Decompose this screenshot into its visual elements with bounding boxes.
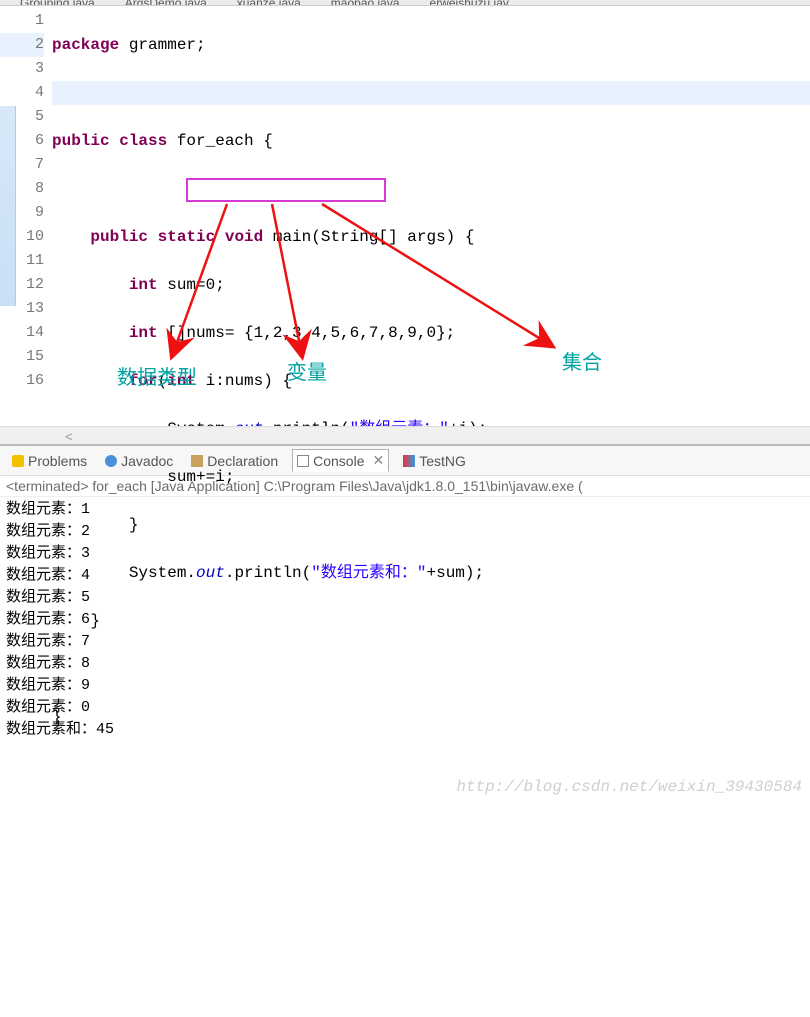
problems-icon <box>12 455 24 467</box>
annotation-arrows <box>52 6 810 426</box>
folding-strip[interactable] <box>0 106 16 306</box>
line-number: 1 <box>0 9 44 33</box>
line-number: 2 <box>0 33 44 57</box>
tab-erweishuzu[interactable]: erweishuzu.jav <box>430 0 509 5</box>
line-number: 14 <box>0 321 44 345</box>
watermark: http://blog.csdn.net/weixin_39430584 <box>456 778 802 796</box>
keyword-public: public <box>52 132 110 150</box>
code-editor[interactable]: 1 2 3 4 5 6 7 8 9 10 11 12 13 14 15 16 p… <box>0 6 810 426</box>
tab-maopao[interactable]: maopao.java <box>331 0 400 5</box>
keyword-package: package <box>52 36 119 54</box>
line-number: 15 <box>0 345 44 369</box>
line-number: 4 <box>0 81 44 105</box>
code-content[interactable]: package grammer; public class for_each {… <box>52 6 810 426</box>
line-number: 3 <box>0 57 44 81</box>
scroll-left-icon[interactable]: < <box>65 429 73 444</box>
keyword-class: class <box>110 132 168 150</box>
line-number: 16 <box>0 369 44 393</box>
annotation-variable: 变量 <box>287 361 327 385</box>
tab-argsdemo[interactable]: ArgsDemo.java <box>125 0 207 5</box>
tab-grouping[interactable]: Grouping.java <box>20 0 95 5</box>
tab-xuanze[interactable]: xuanze.java <box>237 0 301 5</box>
annotation-collection: 集合 <box>562 351 602 375</box>
horizontal-scrollbar[interactable]: < <box>0 426 810 444</box>
annotation-datatype: 数据类型 <box>117 366 197 390</box>
